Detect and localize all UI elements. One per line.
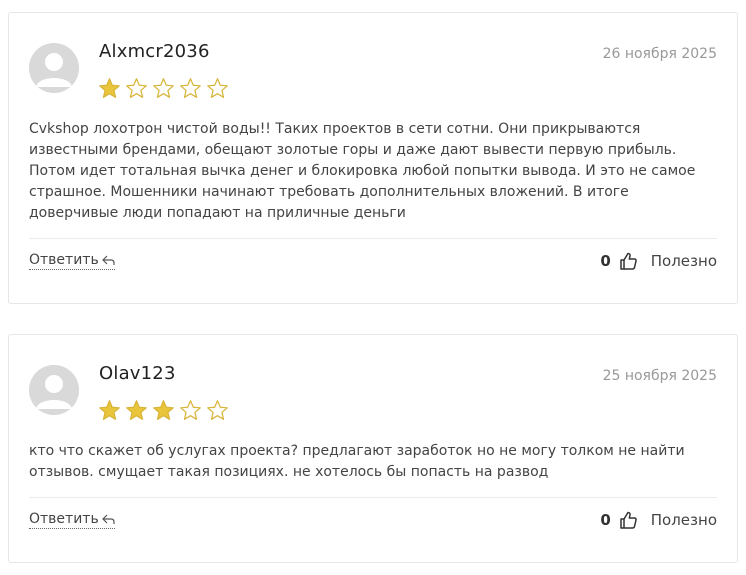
user-silhouette-icon — [29, 43, 79, 93]
thumbs-up-icon[interactable] — [620, 252, 637, 270]
helpful-label[interactable]: Полезно — [651, 511, 717, 529]
helpful-count: 0 — [600, 511, 611, 529]
review-author: Olav123 — [99, 363, 176, 384]
star-filled-icon — [152, 399, 175, 422]
divider — [29, 238, 717, 239]
star-empty-icon — [206, 77, 229, 100]
review-card: Olav123 25 ноября 2025 кто что скажет об… — [8, 334, 738, 563]
star-rating — [98, 399, 229, 422]
reply-label: Ответить — [29, 252, 99, 268]
avatar — [29, 365, 79, 415]
star-filled-icon — [98, 399, 121, 422]
star-empty-icon — [206, 399, 229, 422]
review-text: Cvkshop лохотрон чистой воды!! Таких про… — [29, 121, 696, 221]
avatar — [29, 43, 79, 93]
user-silhouette-icon — [29, 365, 79, 415]
star-empty-icon — [179, 399, 202, 422]
helpful-label[interactable]: Полезно — [651, 252, 717, 270]
review-date: 25 ноября 2025 — [602, 368, 717, 384]
reply-label: Ответить — [29, 511, 99, 527]
star-empty-icon — [125, 77, 148, 100]
divider — [29, 497, 717, 498]
review-card: Alxmcr2036 26 ноября 2025 Cvkshop лохотр… — [8, 12, 738, 304]
thumbs-up-icon[interactable] — [620, 511, 637, 529]
star-empty-icon — [152, 77, 175, 100]
reply-button[interactable]: Ответить — [29, 252, 115, 270]
review-text: кто что скажет об услугах проекта? предл… — [29, 443, 685, 480]
review-date: 26 ноября 2025 — [602, 46, 717, 62]
star-empty-icon — [179, 77, 202, 100]
review-footer: Ответить 0 Полезно — [29, 505, 717, 535]
review-footer: Ответить 0 Полезно — [29, 246, 717, 276]
helpful-count: 0 — [600, 252, 611, 270]
reply-arrow-icon — [101, 255, 115, 266]
star-filled-icon — [125, 399, 148, 422]
reply-arrow-icon — [101, 514, 115, 525]
star-filled-icon — [98, 77, 121, 100]
star-rating — [98, 77, 229, 100]
helpful-block: 0 Полезно — [600, 252, 717, 270]
review-author: Alxmcr2036 — [99, 41, 210, 62]
helpful-block: 0 Полезно — [600, 511, 717, 529]
reply-button[interactable]: Ответить — [29, 511, 115, 529]
